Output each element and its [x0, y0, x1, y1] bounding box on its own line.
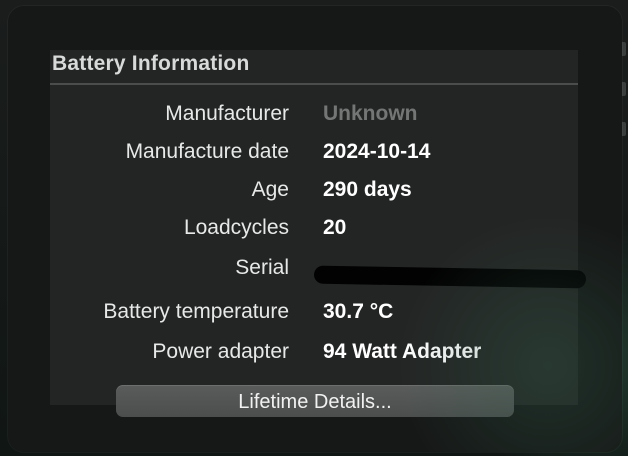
loadcycles-label: Loadcycles	[183, 216, 289, 239]
serial-row: Serial	[50, 256, 587, 289]
serial-redaction-mark	[313, 265, 587, 289]
age-label: Age	[251, 178, 289, 201]
manufacture-date-label: Manufacture date	[125, 140, 289, 163]
title-divider	[50, 83, 578, 85]
battery-information-panel: Battery Information Manufacturer Unknown…	[50, 50, 587, 405]
panel-title: Battery Information	[52, 52, 250, 75]
manufacture-date-row: Manufacture date 2024-10-14	[50, 140, 578, 168]
lifetime-details-label: Lifetime Details...	[238, 391, 392, 413]
battery-temperature-row: Battery temperature 30.7 °C	[50, 300, 578, 328]
manufacture-date-value: 2024-10-14	[323, 140, 431, 163]
manufacturer-label: Manufacturer	[165, 102, 289, 125]
loadcycles-row: Loadcycles 20	[50, 216, 578, 244]
manufacturer-value: Unknown	[323, 102, 418, 125]
age-row: Age 290 days	[50, 178, 578, 206]
serial-label: Serial	[235, 256, 289, 279]
age-value: 290 days	[323, 178, 412, 201]
battery-window: Battery Information Manufacturer Unknown…	[8, 6, 622, 452]
loadcycles-value: 20	[323, 216, 347, 239]
power-adapter-row: Power adapter 94 Watt Adapter	[50, 340, 578, 368]
lifetime-details-button[interactable]: Lifetime Details...	[116, 385, 514, 417]
battery-temperature-value: 30.7 °C	[323, 300, 394, 323]
power-adapter-value: 94 Watt Adapter	[323, 340, 482, 363]
manufacturer-row: Manufacturer Unknown	[50, 102, 578, 130]
power-adapter-label: Power adapter	[152, 340, 289, 363]
battery-temperature-label: Battery temperature	[103, 300, 289, 323]
